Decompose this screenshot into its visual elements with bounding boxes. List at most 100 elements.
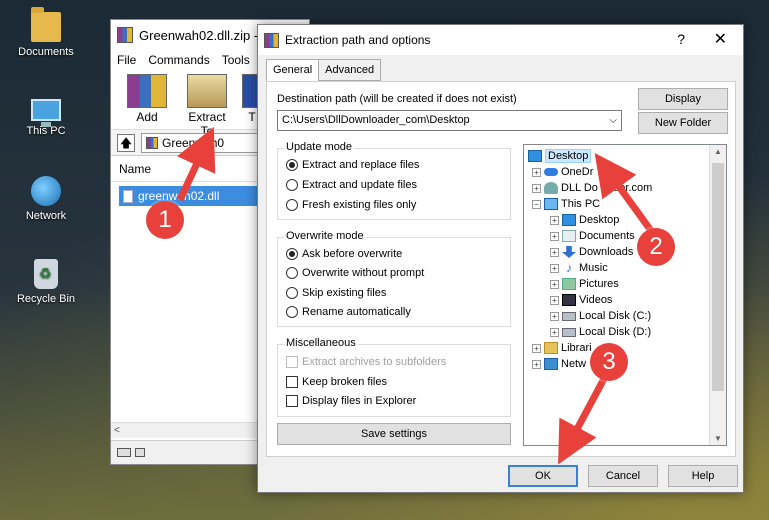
file-icon	[123, 189, 133, 203]
scroll-left-icon[interactable]: <	[114, 425, 120, 436]
test-label: T	[248, 110, 256, 124]
radio-selected-icon	[286, 248, 298, 260]
option-label: Fresh existing files only	[302, 199, 417, 211]
check-keep-broken[interactable]: Keep broken files	[286, 376, 387, 388]
option-label: Keep broken files	[302, 376, 387, 388]
scroll-up-icon[interactable]: ▲	[714, 147, 722, 156]
menu-commands[interactable]: Commands	[148, 53, 209, 67]
add-archive-icon	[127, 74, 167, 108]
horizontal-scrollbar[interactable]: <	[111, 422, 261, 438]
desktop-icon-documents[interactable]: Documents	[8, 7, 84, 58]
menu-file[interactable]: File	[117, 53, 136, 67]
expand-icon[interactable]: +	[550, 279, 559, 289]
option-label: Ask before overwrite	[302, 248, 403, 260]
tab-general[interactable]: General	[266, 59, 320, 82]
tree-item-documents[interactable]: + Documents	[550, 228, 635, 244]
desktop-icon	[528, 150, 542, 162]
close-icon[interactable]: ✕	[714, 29, 727, 49]
scroll-thumb[interactable]	[712, 163, 724, 391]
help-title-button[interactable]: ?	[677, 31, 685, 47]
tree-item-dlldownloader[interactable]: + DLL Do nader.com	[532, 180, 652, 196]
tree-item-label: Desktop	[545, 149, 592, 163]
desktop-icon-recycle-bin[interactable]: Recycle Bin	[8, 259, 84, 305]
tree-item-videos[interactable]: + Videos	[550, 292, 612, 308]
miscellaneous-title: Miscellaneous	[284, 337, 358, 349]
miscellaneous-group: Miscellaneous Extract archives to subfol…	[277, 337, 511, 417]
drive-icon	[117, 448, 131, 457]
videos-icon	[562, 294, 576, 306]
radio-fresh-existing[interactable]: Fresh existing files only	[286, 199, 416, 211]
radio-icon	[286, 179, 298, 191]
overwrite-mode-title: Overwrite mode	[284, 230, 366, 242]
add-button[interactable]: Add	[121, 70, 173, 129]
desktop-icon-this-pc[interactable]: This PC	[8, 95, 84, 137]
new-folder-button[interactable]: New Folder	[638, 112, 728, 134]
radio-extract-update[interactable]: Extract and update files	[286, 179, 417, 191]
dialog-tabs: General Advanced	[266, 59, 382, 82]
expand-icon[interactable]: +	[550, 263, 559, 273]
step-3-badge: 3	[590, 343, 628, 381]
expand-icon[interactable]: +	[550, 295, 559, 305]
checkbox-icon	[286, 356, 298, 368]
radio-ask-before[interactable]: Ask before overwrite	[286, 248, 402, 260]
expand-icon[interactable]: +	[532, 359, 541, 369]
expand-icon[interactable]: +	[550, 247, 559, 257]
expand-icon[interactable]: +	[532, 167, 541, 177]
chevron-down-icon[interactable]: ⌵	[609, 111, 617, 130]
documents-icon	[562, 230, 576, 242]
tree-item-local-d[interactable]: + Local Disk (D:)	[550, 324, 651, 340]
check-display-explorer[interactable]: Display files in Explorer	[286, 395, 416, 407]
tree-item-desktop[interactable]: Desktop	[528, 148, 592, 164]
save-settings-button[interactable]: Save settings	[277, 423, 511, 445]
tree-item-libraries[interactable]: + Librari	[532, 340, 592, 356]
expand-icon[interactable]: +	[550, 215, 559, 225]
tree-scrollbar[interactable]: ▲ ▼	[709, 145, 726, 445]
option-label: Skip existing files	[302, 287, 387, 299]
tree-item-local-c[interactable]: + Local Disk (C:)	[550, 308, 651, 324]
expand-icon[interactable]: +	[532, 343, 541, 353]
radio-overwrite-without[interactable]: Overwrite without prompt	[286, 267, 424, 279]
radio-skip-existing[interactable]: Skip existing files	[286, 287, 386, 299]
tree-item-onedrive[interactable]: + OneDr	[532, 164, 593, 180]
tab-advanced[interactable]: Advanced	[318, 59, 382, 81]
extract-to-button[interactable]: Extract To	[181, 70, 233, 138]
expand-icon[interactable]: +	[532, 183, 541, 193]
destination-path-combo[interactable]: C:\Users\DllDownloader_com\Desktop ⌵	[277, 110, 622, 131]
desktop-icon-label: Network	[25, 210, 67, 222]
network-icon	[31, 176, 61, 206]
up-folder-button[interactable]: 🡅	[117, 133, 135, 152]
tree-item-network[interactable]: + Netw	[532, 356, 586, 372]
tree-item-downloads[interactable]: + Downloads	[550, 244, 633, 260]
radio-extract-replace[interactable]: Extract and replace files	[286, 159, 419, 171]
tree-item-this-pc[interactable]: − This PC	[532, 196, 600, 212]
expand-icon[interactable]: +	[550, 231, 559, 241]
file-name: greenwah02.dll	[138, 189, 220, 203]
cancel-button[interactable]: Cancel	[588, 465, 658, 487]
destination-label: Destination path (will be created if doe…	[277, 93, 517, 105]
network-icon	[544, 358, 558, 370]
key-icon	[135, 448, 145, 457]
display-button[interactable]: Display	[638, 88, 728, 110]
tree-item-label: Downloads	[579, 246, 634, 258]
dialog-titlebar[interactable]: Extraction path and options ? ✕	[258, 25, 743, 55]
tree-item-music[interactable]: + ♪ Music	[550, 260, 608, 276]
tree-item-label: Desktop	[579, 214, 620, 226]
desktop-icon-network[interactable]: Network	[8, 176, 84, 222]
tree-item-pictures[interactable]: + Pictures	[550, 276, 619, 292]
tree-item-pc-desktop[interactable]: + Desktop	[550, 212, 619, 228]
expand-icon[interactable]: +	[550, 311, 559, 321]
ok-button[interactable]: OK	[508, 465, 578, 487]
tree-item-label: Music	[579, 262, 608, 274]
collapse-icon[interactable]: −	[532, 199, 541, 209]
radio-icon	[286, 267, 298, 279]
menu-tools[interactable]: Tools	[222, 53, 250, 67]
scroll-down-icon[interactable]: ▼	[714, 434, 722, 443]
libraries-icon	[544, 342, 558, 354]
radio-selected-icon	[286, 159, 298, 171]
file-row[interactable]: greenwah02.dll	[119, 186, 259, 206]
radio-rename-auto[interactable]: Rename automatically	[286, 306, 411, 318]
option-label: Display files in Explorer	[302, 395, 417, 407]
help-button[interactable]: Help	[668, 465, 738, 487]
expand-icon[interactable]: +	[550, 327, 559, 337]
check-extract-subfolders[interactable]: Extract archives to subfolders	[286, 356, 446, 368]
